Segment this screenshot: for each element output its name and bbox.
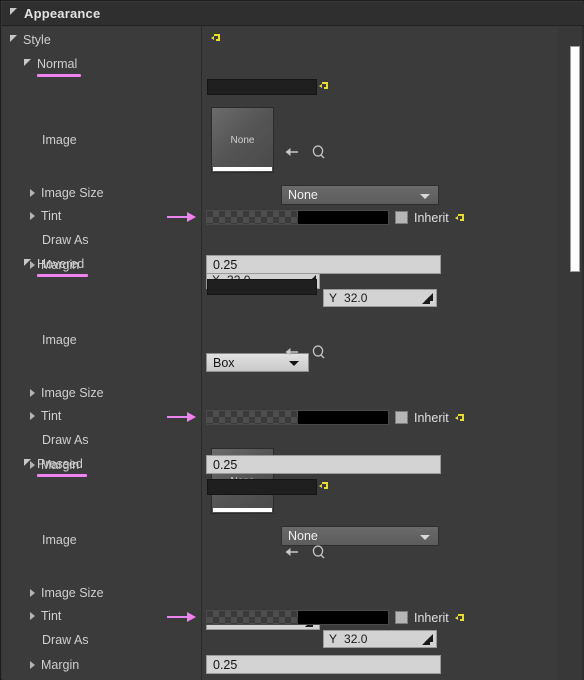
alpha-checker [207, 611, 298, 624]
state-underline [37, 274, 89, 277]
chevron-down-icon[interactable] [24, 458, 31, 466]
asset-picker-hovered[interactable]: None [281, 526, 439, 546]
state-label-pressed: Pressed [37, 457, 87, 477]
color-solid [297, 211, 388, 224]
page-title: Appearance [24, 6, 101, 21]
chevron-down-icon[interactable] [24, 258, 31, 266]
property-label-tint-pressed[interactable]: Tint [30, 605, 61, 627]
chevron-right-icon[interactable] [30, 189, 35, 197]
inherit-checkbox-hovered[interactable] [395, 411, 408, 424]
chevron-right-icon[interactable] [30, 412, 35, 420]
color-solid [297, 611, 388, 624]
chevron-down-icon[interactable] [24, 58, 31, 66]
property-label-image-normal: Image [42, 133, 77, 147]
reset-to-default-icon[interactable] [454, 413, 466, 425]
vertical-scrollbar-track[interactable] [568, 27, 582, 680]
asset-actions-pressed [284, 544, 327, 560]
state-label-hovered: Hovered [37, 257, 89, 277]
chevron-down-icon[interactable] [289, 361, 299, 366]
chevron-down-icon[interactable] [10, 34, 17, 42]
reset-to-default-icon[interactable] [211, 33, 222, 45]
reset-to-default-icon[interactable] [319, 481, 330, 493]
thumbnail-strip [213, 508, 272, 512]
margin-field-hovered[interactable]: 0.25 [206, 455, 441, 474]
tree-item-normal[interactable]: Normal [24, 53, 82, 77]
drag-value-icon[interactable] [422, 634, 433, 645]
category-header-appearance[interactable]: Appearance [2, 2, 584, 26]
chevron-right-icon[interactable] [30, 212, 35, 220]
tint-row-pressed: Inherit [206, 610, 466, 625]
vertical-scrollbar-thumb[interactable] [570, 46, 580, 272]
property-label-draw-as-hovered: Draw As [42, 433, 89, 447]
property-label-tint-hovered[interactable]: Tint [30, 405, 61, 427]
find-asset-icon[interactable] [311, 144, 327, 160]
tint-arrow-marker [167, 611, 197, 623]
state-preview-bar-hovered[interactable] [207, 279, 317, 295]
tint-arrow-marker [167, 411, 197, 423]
tint-color-swatch-hovered[interactable] [206, 410, 389, 425]
margin-field-normal[interactable]: 0.25 [206, 255, 441, 274]
browse-to-asset-icon[interactable] [284, 544, 300, 560]
thumbnail-strip [213, 167, 272, 171]
browse-to-asset-icon[interactable] [284, 144, 300, 160]
drag-value-icon[interactable] [422, 293, 433, 304]
tint-color-swatch-pressed[interactable] [206, 610, 389, 625]
chevron-right-icon[interactable] [30, 389, 35, 397]
color-solid [297, 411, 388, 424]
image-size-y-normal[interactable]: Y 32.0 [323, 289, 437, 307]
tint-color-swatch-normal[interactable] [206, 210, 389, 225]
state-preview-bar-pressed[interactable] [207, 479, 317, 495]
chevron-down-icon[interactable] [420, 535, 430, 540]
appearance-property-panel: Appearance Style Normal Image Image Size [0, 0, 584, 680]
inherit-checkbox-pressed[interactable] [395, 611, 408, 624]
inherit-checkbox-normal[interactable] [395, 211, 408, 224]
property-label-margin-pressed[interactable]: Margin [30, 654, 79, 676]
tree-item-label: Style [23, 33, 51, 47]
tree-item-pressed[interactable]: Pressed [24, 453, 87, 477]
property-label-tint-normal[interactable]: Tint [30, 205, 61, 227]
property-label-image-size-pressed[interactable]: Image Size [30, 582, 104, 604]
column-splitter[interactable] [201, 27, 202, 680]
property-label-image-pressed: Image [42, 533, 77, 547]
chevron-down-icon[interactable] [420, 194, 430, 199]
triangle-expanded-icon[interactable] [10, 8, 17, 15]
chevron-right-icon[interactable] [30, 661, 35, 669]
state-preview-bar-normal[interactable] [207, 79, 317, 95]
alpha-checker [207, 211, 298, 224]
asset-actions-hovered [284, 344, 327, 360]
tree-item-style[interactable]: Style [10, 29, 51, 51]
tree-item-hovered[interactable]: Hovered [24, 253, 89, 277]
property-label-draw-as-normal: Draw As [42, 233, 89, 247]
tint-row-hovered: Inherit [206, 410, 466, 425]
asset-picker-normal[interactable]: None [281, 185, 439, 205]
asset-actions-normal [284, 144, 327, 160]
reset-to-default-icon[interactable] [454, 213, 466, 225]
reset-to-default-icon[interactable] [319, 81, 330, 93]
tint-arrow-marker [167, 211, 197, 223]
state-underline [37, 74, 82, 77]
margin-field-pressed[interactable]: 0.25 [206, 655, 441, 674]
find-asset-icon[interactable] [311, 344, 327, 360]
tint-row-normal: Inherit [206, 210, 466, 225]
state-underline [37, 474, 87, 477]
find-asset-icon[interactable] [311, 544, 327, 560]
reset-to-default-icon[interactable] [454, 613, 466, 625]
browse-to-asset-icon[interactable] [284, 344, 300, 360]
property-label-draw-as-pressed: Draw As [42, 633, 89, 647]
alpha-checker [207, 411, 298, 424]
property-label-image-size-hovered[interactable]: Image Size [30, 382, 104, 404]
image-size-y-hovered[interactable]: Y 32.0 [323, 630, 437, 648]
chevron-right-icon[interactable] [30, 612, 35, 620]
property-label-image-hovered: Image [42, 333, 77, 347]
panel-body: Style Normal Image Image Size Tint Draw … [2, 27, 584, 680]
property-label-image-size-normal[interactable]: Image Size [30, 182, 104, 204]
chevron-right-icon[interactable] [30, 589, 35, 597]
asset-thumbnail-normal[interactable]: None [211, 107, 274, 173]
state-label-normal: Normal [37, 57, 82, 77]
